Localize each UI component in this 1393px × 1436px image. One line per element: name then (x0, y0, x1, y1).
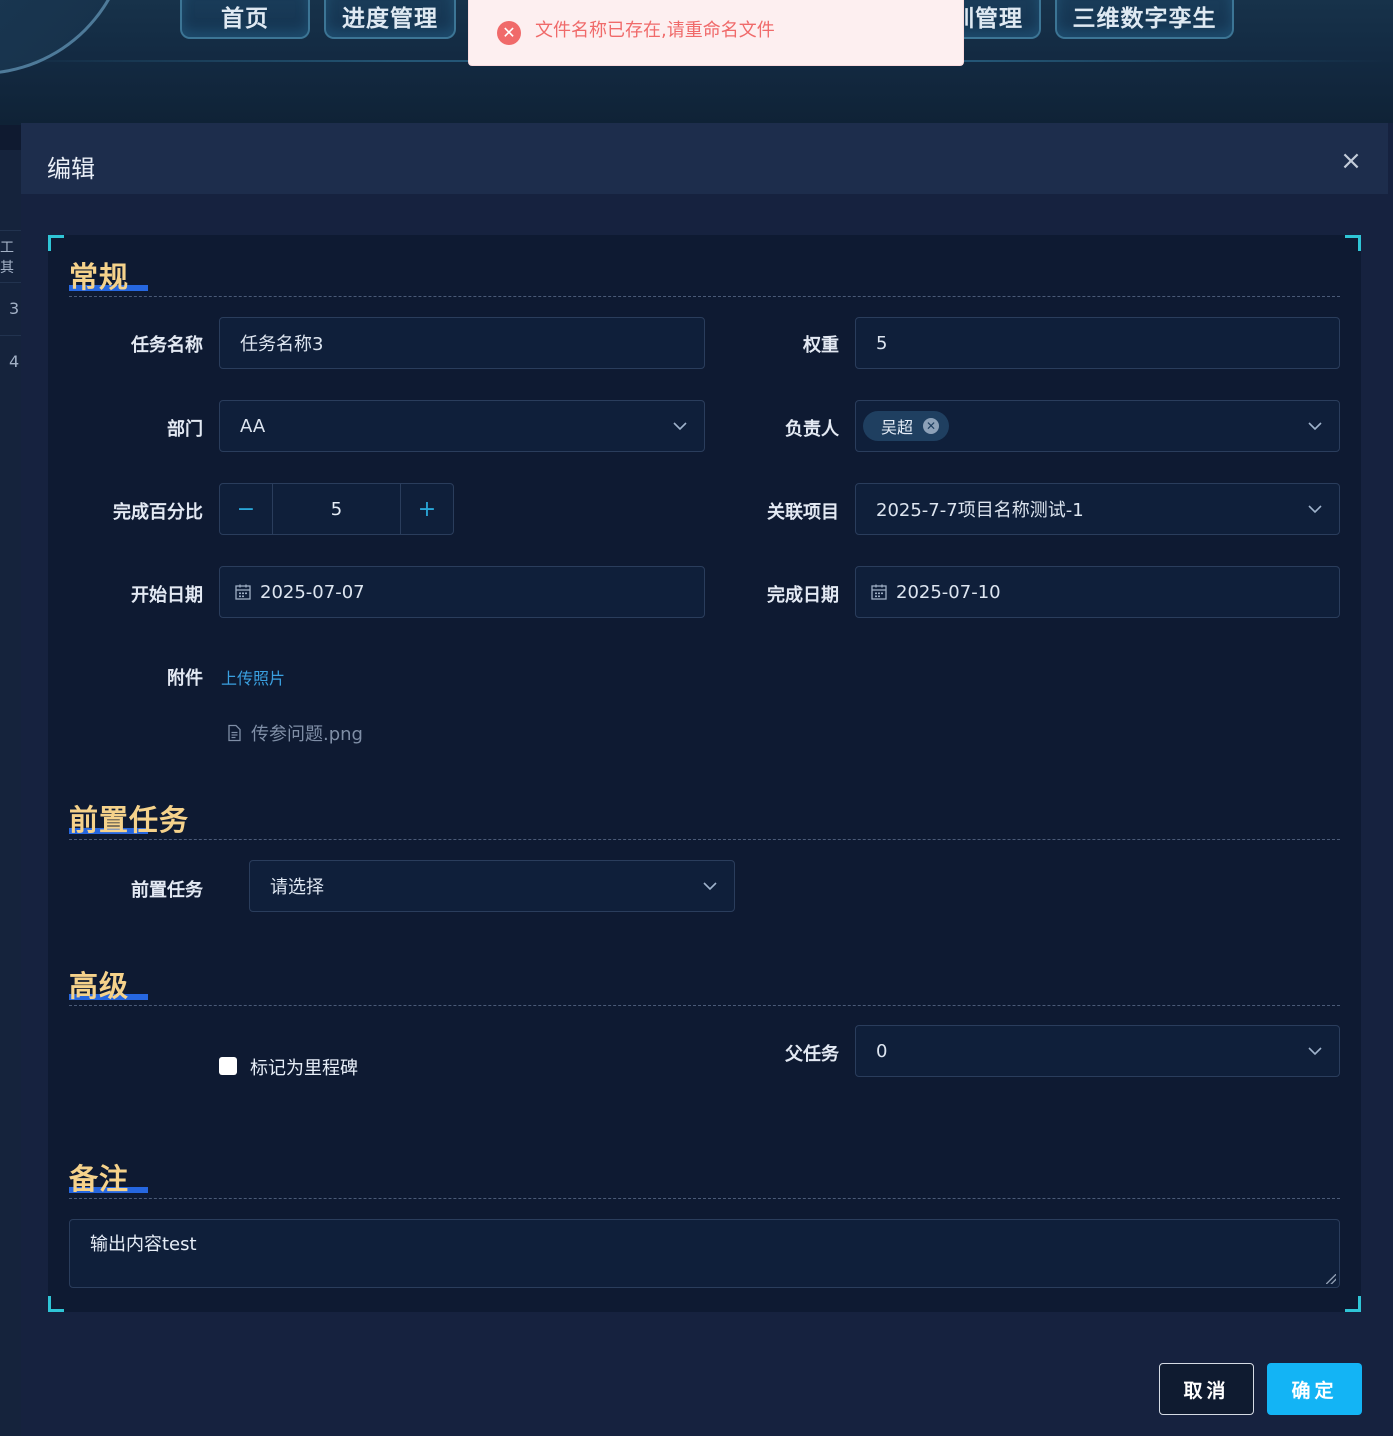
department-label: 部门 (167, 419, 203, 440)
task-name-input[interactable]: 任务名称3 (219, 317, 705, 369)
project-label: 关联项目 (767, 502, 839, 523)
remarks-textarea[interactable]: 输出内容test (69, 1219, 1340, 1288)
nav-tab-home[interactable]: 首页 (180, 0, 310, 39)
predecessor-task-label: 前置任务 (131, 880, 203, 901)
percent-stepper: − 5 + (219, 483, 454, 535)
owner-select[interactable]: 吴超 ✕ (855, 400, 1340, 452)
end-date-label: 完成日期 (767, 585, 839, 606)
nav-tab-digital-twin[interactable]: 三维数字孪生 (1055, 0, 1234, 39)
cancel-button[interactable]: 取消 (1159, 1363, 1254, 1415)
confirm-button[interactable]: 确定 (1267, 1363, 1362, 1415)
corner-decoration (48, 1296, 64, 1312)
section-title-advanced: 高级 (69, 969, 130, 1003)
corner-decoration (1345, 235, 1361, 251)
task-name-label: 任务名称 (131, 335, 203, 356)
owner-label: 负责人 (785, 419, 839, 440)
increment-button[interactable]: + (401, 484, 453, 534)
section-title-predecessor: 前置任务 (69, 803, 190, 837)
end-date-picker[interactable]: 2025-07-10 (855, 566, 1340, 618)
owner-tag-label: 吴超 (881, 418, 914, 437)
decrement-button[interactable]: − (220, 484, 272, 534)
background-table-row: 4 (0, 335, 22, 387)
start-date-value: 2025-07-07 (260, 581, 365, 603)
weight-input[interactable]: 5 (855, 317, 1340, 369)
edit-dialog: 编辑 × 常规 任务名称 任务名称3 权重 5 部门 AA 负责人 吴超 ✕ 完… (21, 123, 1393, 1436)
chevron-down-icon (1305, 499, 1325, 519)
attachment-label: 附件 (167, 668, 203, 689)
calendar-icon (234, 583, 252, 601)
section-title-remarks: 备注 (69, 1162, 130, 1196)
section-divider (69, 1005, 1340, 1006)
background-table: 工其 3 4 (0, 150, 22, 1436)
chevron-down-icon (670, 416, 690, 436)
parent-task-select[interactable]: 0 (855, 1025, 1340, 1077)
corner-decoration (1345, 1296, 1361, 1312)
percent-label: 完成百分比 (113, 502, 203, 523)
background-table-header: 工其 (0, 230, 22, 282)
section-divider (69, 839, 1340, 840)
nav-tab-progress[interactable]: 进度管理 (324, 0, 456, 39)
chevron-down-icon (700, 876, 720, 896)
section-divider (69, 296, 1340, 297)
predecessor-task-placeholder: 请选择 (270, 877, 324, 898)
parent-task-label: 父任务 (785, 1044, 839, 1065)
error-toast: ✕ 文件名称已存在,请重命名文件 (468, 0, 964, 66)
department-value: AA (240, 415, 266, 437)
department-select[interactable]: AA (219, 400, 705, 452)
weight-label: 权重 (803, 335, 839, 356)
corner-decoration (48, 235, 64, 251)
calendar-icon (870, 583, 888, 601)
error-circle-icon: ✕ (497, 20, 521, 45)
tag-remove-icon[interactable]: ✕ (923, 418, 940, 434)
parent-task-value: 0 (876, 1040, 888, 1062)
section-title-general: 常规 (69, 260, 130, 294)
file-icon (225, 724, 243, 742)
project-select[interactable]: 2025-7-7项目名称测试-1 (855, 483, 1340, 535)
resize-handle-icon[interactable] (1326, 1274, 1336, 1284)
attachment-file-item[interactable]: 传参问题.png (225, 720, 363, 746)
dialog-header: 编辑 × (21, 123, 1388, 194)
end-date-value: 2025-07-10 (896, 581, 1001, 603)
milestone-checkbox[interactable] (219, 1057, 237, 1075)
background-table-row: 3 (0, 282, 22, 334)
project-value: 2025-7-7项目名称测试-1 (876, 500, 1084, 521)
close-icon[interactable]: × (1337, 146, 1365, 176)
remarks-value: 输出内容test (90, 1234, 197, 1255)
header-decoration (0, 0, 130, 75)
predecessor-task-select[interactable]: 请选择 (249, 860, 735, 912)
attachment-file-name: 传参问题.png (251, 724, 363, 745)
milestone-label[interactable]: 标记为里程碑 (250, 1054, 358, 1080)
percent-value[interactable]: 5 (272, 484, 401, 534)
chevron-down-icon (1305, 416, 1325, 436)
toast-message: 文件名称已存在,请重命名文件 (535, 19, 775, 41)
start-date-label: 开始日期 (131, 585, 203, 606)
upload-photo-link[interactable]: 上传照片 (221, 665, 285, 689)
form-panel: 常规 任务名称 任务名称3 权重 5 部门 AA 负责人 吴超 ✕ 完成百分比 … (48, 235, 1361, 1312)
chevron-down-icon (1305, 1041, 1325, 1061)
dialog-title: 编辑 (47, 155, 95, 183)
section-divider (69, 1198, 1340, 1199)
start-date-picker[interactable]: 2025-07-07 (219, 566, 705, 618)
owner-tag: 吴超 ✕ (863, 411, 950, 441)
